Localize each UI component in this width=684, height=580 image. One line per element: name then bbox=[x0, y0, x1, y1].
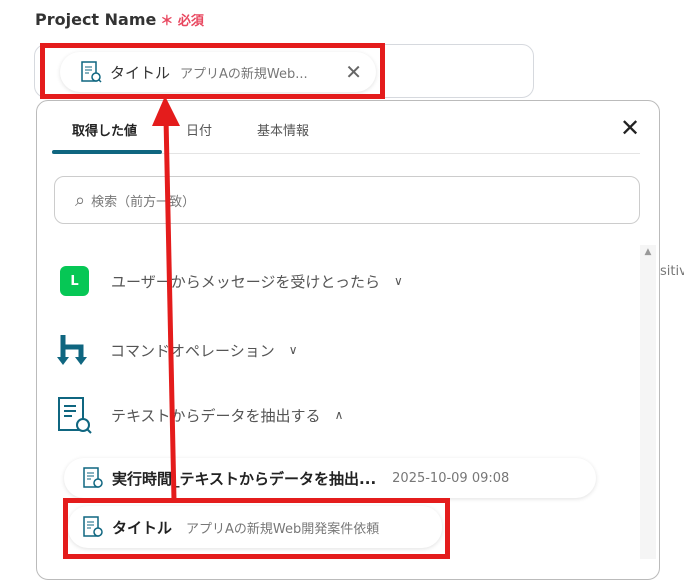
annotation-arrow bbox=[152, 96, 180, 501]
